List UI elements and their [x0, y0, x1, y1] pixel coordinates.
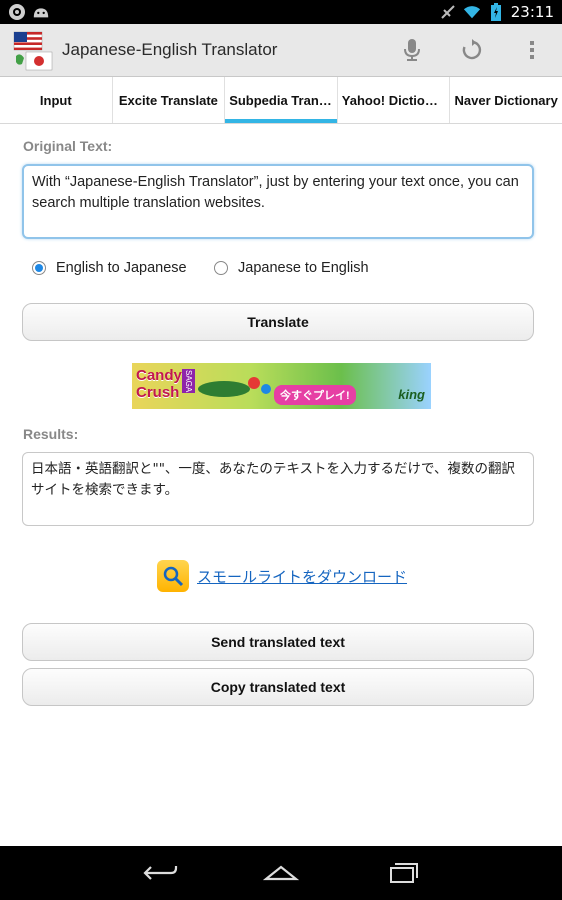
recent-apps-button[interactable] — [381, 860, 421, 886]
copy-translated-button[interactable]: Copy translated text — [22, 668, 534, 706]
promo-link[interactable]: スモールライトをダウンロード — [197, 566, 407, 587]
tab-label: Naver Dictionary — [454, 92, 558, 108]
wifi-icon — [463, 3, 481, 21]
send-translated-button[interactable]: Send translated text — [22, 623, 534, 661]
home-button[interactable] — [261, 860, 301, 886]
radio-label: English to Japanese — [56, 260, 187, 276]
app-title: Japanese-English Translator — [62, 40, 278, 59]
microphone-icon — [404, 39, 420, 61]
navigation-bar — [0, 846, 562, 900]
tab-label: Yahoo! Diction… — [341, 92, 446, 108]
tab-label: Input — [39, 92, 72, 108]
tab-yahoo-dictionary[interactable]: Yahoo! Diction… — [338, 77, 451, 123]
tab-subpedia-translate[interactable]: Subpedia Trans… — [225, 77, 338, 123]
radio-button-unchecked[interactable] — [214, 261, 228, 275]
ad-play-button[interactable]: 今すぐプレイ! — [274, 385, 356, 405]
battery-charging-icon — [487, 3, 505, 21]
recent-apps-icon — [390, 863, 418, 883]
results-label: Results: — [23, 426, 79, 442]
translate-button[interactable]: Translate — [22, 303, 534, 341]
tab-bar: Input Excite Translate Subpedia Trans… Y… — [0, 77, 562, 124]
tab-input[interactable]: Input — [0, 77, 113, 123]
overflow-menu-button[interactable] — [518, 36, 546, 64]
original-text-label: Original Text: — [23, 138, 113, 154]
radio-button-checked[interactable] — [32, 261, 46, 275]
status-bar: 23:11 — [0, 0, 562, 24]
action-bar: Japanese-English Translator — [0, 24, 562, 77]
ad-banner[interactable]: Candy Crush SAGA 今すぐプレイ! king — [132, 363, 431, 409]
clock: 23:11 — [510, 3, 554, 21]
home-icon — [263, 865, 299, 881]
android-icon — [32, 3, 50, 21]
tab-label: Subpedia Trans… — [229, 92, 333, 108]
back-button[interactable] — [141, 860, 181, 886]
tab-naver-dictionary[interactable]: Naver Dictionary — [450, 77, 562, 123]
tab-excite-translate[interactable]: Excite Translate — [113, 77, 226, 123]
ad-candy-icon — [198, 377, 271, 397]
tab-label: Excite Translate — [118, 92, 218, 108]
overflow-menu-icon — [530, 41, 534, 59]
signal-off-icon — [439, 3, 457, 21]
ad-company-logo: king — [398, 387, 425, 402]
promo-download[interactable]: スモールライトをダウンロード — [157, 560, 407, 592]
back-icon — [143, 866, 178, 880]
radio-japanese-to-english[interactable]: Japanese to English — [214, 260, 369, 276]
original-text-input[interactable]: With “Japanese-English Translator”, just… — [22, 164, 534, 239]
smalllight-app-icon — [157, 560, 189, 592]
refresh-icon — [462, 39, 482, 60]
microphone-button[interactable] — [398, 36, 426, 64]
radio-english-to-japanese[interactable]: English to Japanese — [32, 260, 187, 276]
ad-brand: Candy Crush — [136, 367, 182, 401]
app-flags-icon — [12, 30, 54, 72]
radio-label: Japanese to English — [238, 260, 369, 276]
results-text-area[interactable]: 日本語・英語翻訳と""、一度、あなたのテキストを入力するだけで、複数の翻訳サイト… — [22, 452, 534, 526]
steam-icon — [8, 3, 26, 21]
refresh-button[interactable] — [458, 36, 486, 64]
